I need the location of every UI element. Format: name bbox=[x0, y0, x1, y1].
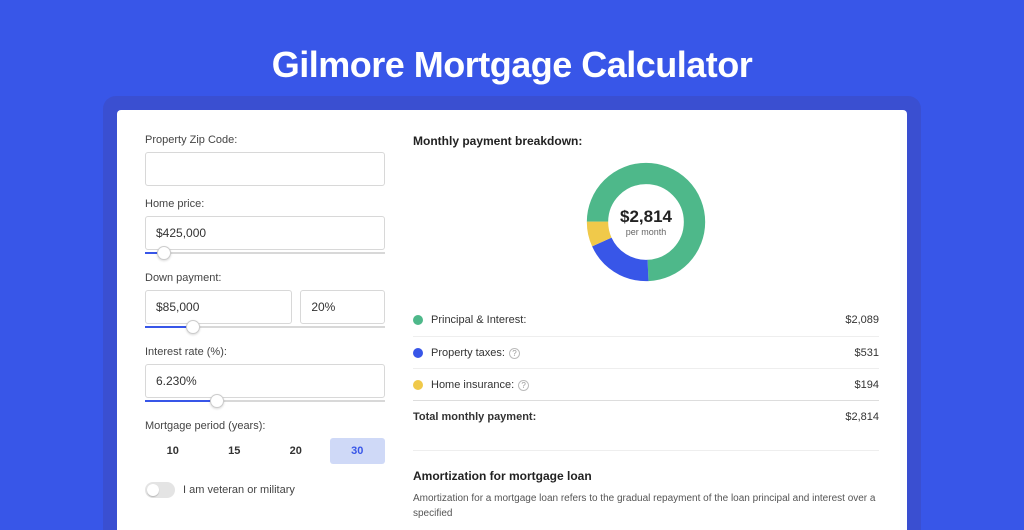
total-value: $2,814 bbox=[845, 411, 879, 423]
breakdown-value: $531 bbox=[855, 347, 879, 359]
info-icon[interactable]: ? bbox=[509, 348, 520, 359]
legend-dot bbox=[413, 380, 423, 390]
period-option-30[interactable]: 30 bbox=[330, 438, 386, 464]
home-price-label: Home price: bbox=[145, 198, 385, 210]
amortization-heading: Amortization for mortgage loan bbox=[413, 469, 879, 483]
slider-thumb[interactable] bbox=[210, 394, 224, 408]
interest-rate-label: Interest rate (%): bbox=[145, 346, 385, 358]
breakdown-row: Property taxes:?$531 bbox=[413, 336, 879, 368]
interest-rate-slider[interactable] bbox=[145, 398, 385, 408]
total-label: Total monthly payment: bbox=[413, 411, 845, 423]
info-icon[interactable]: ? bbox=[518, 380, 529, 391]
breakdown-list: Principal & Interest:$2,089Property taxe… bbox=[413, 304, 879, 400]
veteran-toggle[interactable] bbox=[145, 482, 175, 498]
down-payment-pct-input[interactable] bbox=[300, 290, 385, 324]
legend-dot bbox=[413, 348, 423, 358]
payment-donut-chart: $2,814 per month bbox=[582, 158, 710, 286]
breakdown-value: $2,089 bbox=[845, 314, 879, 326]
veteran-label: I am veteran or military bbox=[183, 484, 295, 496]
breakdown-label: Home insurance:? bbox=[431, 379, 855, 391]
breakdown-row: Principal & Interest:$2,089 bbox=[413, 304, 879, 336]
breakdown-value: $194 bbox=[855, 379, 879, 391]
form-panel: Property Zip Code: Home price: Down paym… bbox=[145, 134, 385, 521]
zip-input[interactable] bbox=[145, 152, 385, 186]
breakdown-panel: Monthly payment breakdown: $2,814 per mo… bbox=[413, 134, 879, 521]
amortization-text: Amortization for a mortgage loan refers … bbox=[413, 491, 879, 521]
period-option-20[interactable]: 20 bbox=[268, 438, 324, 464]
mortgage-period-group: 10152030 bbox=[145, 438, 385, 464]
mortgage-period-label: Mortgage period (years): bbox=[145, 420, 385, 432]
period-option-10[interactable]: 10 bbox=[145, 438, 201, 464]
slider-thumb[interactable] bbox=[157, 246, 171, 260]
donut-sublabel: per month bbox=[620, 227, 672, 237]
legend-dot bbox=[413, 315, 423, 325]
page-title: Gilmore Mortgage Calculator bbox=[0, 0, 1024, 110]
down-payment-label: Down payment: bbox=[145, 272, 385, 284]
breakdown-label: Property taxes:? bbox=[431, 347, 855, 359]
calculator-card: Property Zip Code: Home price: Down paym… bbox=[117, 110, 907, 530]
home-price-slider[interactable] bbox=[145, 250, 385, 260]
home-price-input[interactable] bbox=[145, 216, 385, 250]
down-payment-input[interactable] bbox=[145, 290, 292, 324]
interest-rate-input[interactable] bbox=[145, 364, 385, 398]
breakdown-heading: Monthly payment breakdown: bbox=[413, 134, 879, 148]
donut-amount: $2,814 bbox=[620, 207, 672, 227]
slider-thumb[interactable] bbox=[186, 320, 200, 334]
zip-label: Property Zip Code: bbox=[145, 134, 385, 146]
breakdown-label: Principal & Interest: bbox=[431, 314, 845, 326]
down-payment-slider[interactable] bbox=[145, 324, 385, 334]
toggle-knob bbox=[147, 484, 159, 496]
period-option-15[interactable]: 15 bbox=[207, 438, 263, 464]
breakdown-row: Home insurance:?$194 bbox=[413, 368, 879, 400]
